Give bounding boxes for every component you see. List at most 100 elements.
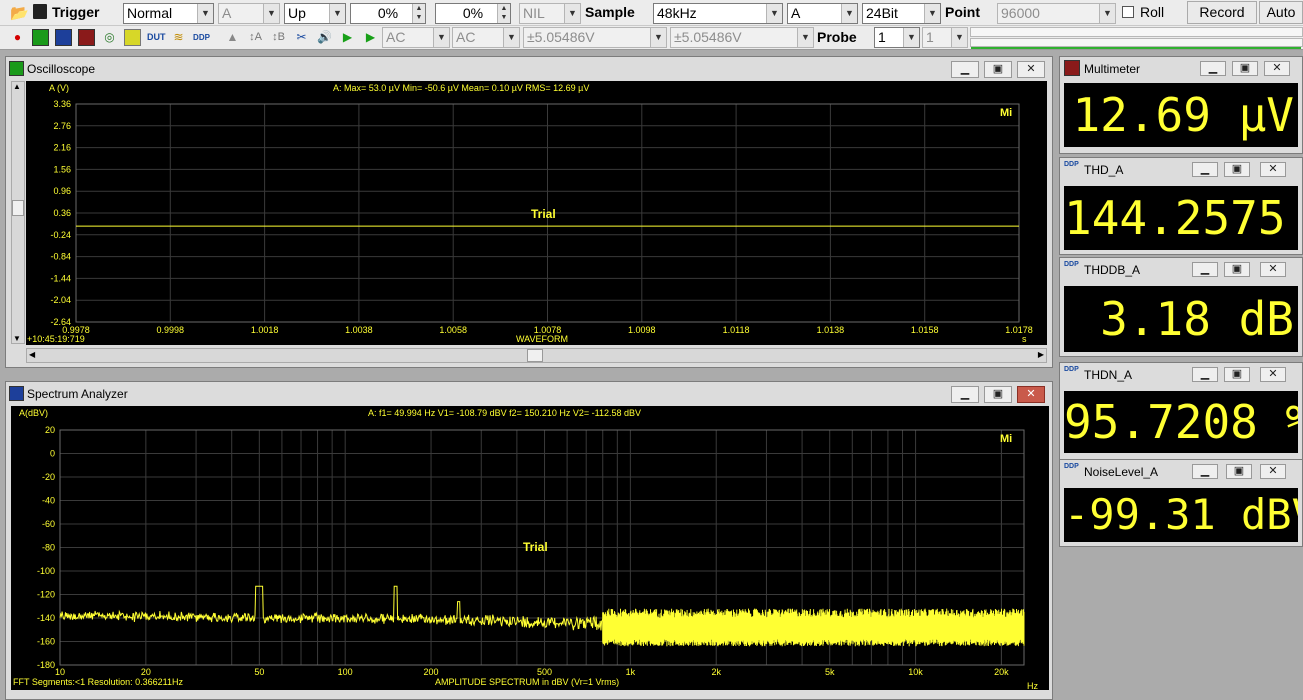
close-button[interactable]: ✕ [1017, 386, 1045, 403]
x-tick-label: 1.0018 [251, 325, 279, 335]
scroll-thumb[interactable] [12, 200, 24, 216]
oscilloscope-titlebar[interactable]: Oscilloscope ▁ ▣ ✕ [6, 57, 1052, 81]
probe-icon[interactable]: ▲ [224, 29, 241, 46]
trigger-label: Trigger [52, 4, 100, 20]
scroll-down-icon[interactable]: ▼ [13, 334, 21, 343]
trigger-mode-value: Normal [127, 5, 173, 21]
roll-checkbox[interactable] [1122, 6, 1134, 18]
chevron-down-icon: ▼ [503, 28, 519, 47]
y-tick-label: -160 [37, 637, 55, 647]
spec-unit-label: A(dBV) [19, 408, 49, 418]
minimize-button[interactable]: ▁ [951, 386, 979, 403]
close-button[interactable]: ✕ [1260, 367, 1286, 382]
trigger-channel-value: A [222, 5, 232, 21]
record-dot-icon[interactable]: ● [9, 29, 26, 46]
channel-a-icon[interactable]: ↕A [247, 29, 264, 46]
close-button[interactable]: ✕ [1260, 162, 1286, 177]
probe-b-select[interactable]: 1 ▼ [922, 27, 968, 48]
instrument-toolbar: ● ◎ DUT ≋ DDP ▲ ↕A ↕B ✂ 🔊 ▶ ▶ AC ▼ AC ▼ ±5… [0, 26, 1303, 50]
scroll-right-icon[interactable]: ▶ [1038, 350, 1044, 359]
trigger-channel-select[interactable]: A ▼ [218, 3, 280, 24]
coupling-a-select[interactable]: AC ▼ [382, 27, 450, 48]
minimize-button[interactable]: ▁ [1192, 162, 1218, 177]
spinner-icon[interactable]: ▲ ▼ [412, 4, 425, 23]
channel-b-icon[interactable]: ↕B [270, 29, 287, 46]
generator-icon[interactable] [124, 29, 141, 46]
ddp-icon[interactable]: DDP [193, 29, 210, 46]
minimize-button[interactable]: ▁ [1192, 262, 1218, 277]
horizontal-scrollbar[interactable]: ◀ ▶ [26, 348, 1047, 363]
channel-select[interactable]: A ▼ [787, 3, 858, 24]
phase-plot-icon[interactable]: ◎ [101, 29, 118, 46]
minimize-button[interactable]: ▁ [1200, 61, 1226, 76]
restore-button[interactable]: ▣ [1224, 262, 1250, 277]
coupling-b-value: AC [456, 29, 476, 45]
save-icon[interactable] [33, 4, 47, 19]
coupling-b-select[interactable]: AC ▼ [452, 27, 520, 48]
close-button[interactable]: ✕ [1260, 262, 1286, 277]
oscilloscope-icon[interactable] [32, 29, 49, 46]
spectrum-icon[interactable] [55, 29, 72, 46]
chevron-down-icon: ▼ [263, 4, 279, 23]
chevron-down-icon: ▼ [766, 4, 782, 23]
restore-button[interactable]: ▣ [1226, 464, 1252, 479]
meter-display: 95.7208 % [1064, 391, 1298, 453]
play-step-icon[interactable]: ▶ [362, 29, 379, 46]
y-tick-label: -60 [42, 519, 55, 529]
close-button[interactable]: ✕ [1264, 61, 1290, 76]
range-a-select[interactable]: ±5.05486V ▼ [523, 27, 667, 48]
restore-button[interactable]: ▣ [1232, 61, 1258, 76]
dut-icon[interactable]: DUT [147, 29, 166, 46]
y-tick-label: -1.44 [50, 273, 71, 283]
spectrum-titlebar[interactable]: Spectrum Analyzer ▁ ▣ ✕ [6, 382, 1052, 406]
nil-value: NIL [523, 5, 545, 21]
scroll-thumb[interactable] [527, 349, 543, 362]
thdn-a-panel: DDP THDN_A ▁ ▣ ✕ 95.7208 % [1059, 362, 1303, 460]
chevron-down-icon: ▼ [903, 28, 919, 47]
restore-button[interactable]: ▣ [984, 386, 1012, 403]
record-button[interactable]: Record [1187, 1, 1257, 24]
play-icon[interactable]: ▶ [339, 29, 356, 46]
points-select[interactable]: 96000 ▼ [997, 3, 1116, 24]
restore-button[interactable]: ▣ [1224, 367, 1250, 382]
speaker-icon[interactable]: 🔊 [316, 29, 333, 46]
bit-depth-select[interactable]: 24Bit ▼ [862, 3, 941, 24]
range-b-select[interactable]: ±5.05486V ▼ [670, 27, 814, 48]
probe-a-select[interactable]: 1 ▼ [874, 27, 920, 48]
spectrum-icon [9, 386, 24, 401]
x-tick-label: 20 [141, 667, 151, 677]
y-tick-label: 2.76 [53, 121, 71, 131]
spec-x-title: AMPLITUDE SPECTRUM in dBV (Vr=1 Vrms) [435, 677, 620, 687]
sample-rate-select[interactable]: 48kHz ▼ [653, 3, 783, 24]
trigger-mode-select[interactable]: Normal ▼ [123, 3, 214, 24]
trigger-edge-select[interactable]: Up ▼ [284, 3, 346, 24]
input-level-meter [970, 27, 1303, 37]
chevron-down-icon: ▼ [197, 4, 213, 23]
tools-icon[interactable]: ✂ [293, 29, 310, 46]
minimize-button[interactable]: ▁ [1192, 367, 1218, 382]
auto-button[interactable]: Auto [1259, 1, 1303, 24]
minimize-button[interactable]: ▁ [951, 61, 979, 78]
mi-logo: Mi [1000, 107, 1013, 119]
minimize-button[interactable]: ▁ [1192, 464, 1218, 479]
multimeter-icon[interactable] [78, 29, 95, 46]
nil-select[interactable]: NIL ▼ [519, 3, 581, 24]
wave-icon[interactable]: ≋ [170, 29, 187, 46]
thd-a-panel: DDP THD_A ▁ ▣ ✕ 144.2575 % [1059, 157, 1303, 255]
vertical-scrollbar[interactable]: ▲ ▼ [11, 81, 25, 344]
spectrum-plot[interactable]: 20 0 -20 -40 -60 -80 -100 -120 -140 -160 -180 10 20 5… [11, 406, 1049, 691]
restore-button[interactable]: ▣ [984, 61, 1012, 78]
x-tick-label: 0.9998 [157, 325, 185, 335]
x-tick-label: 1.0038 [345, 325, 373, 335]
scroll-up-icon[interactable]: ▲ [13, 82, 21, 91]
restore-button[interactable]: ▣ [1224, 162, 1250, 177]
trigger-delay-input[interactable]: 0% ▲ ▼ [435, 3, 511, 24]
oscilloscope-plot[interactable]: 3.36 2.76 2.16 1.56 0.96 0.36 -0.24 -0.84 -1.44 -… [26, 81, 1047, 345]
close-button[interactable]: ✕ [1260, 464, 1286, 479]
scroll-left-icon[interactable]: ◀ [29, 350, 35, 359]
close-button[interactable]: ✕ [1017, 61, 1045, 78]
trigger-level-input[interactable]: 0% ▲ ▼ [350, 3, 426, 24]
open-folder-icon[interactable]: 📂 [10, 4, 29, 22]
spinner-icon[interactable]: ▲ ▼ [497, 4, 510, 23]
trigger-delay-value: 0% [462, 5, 484, 21]
